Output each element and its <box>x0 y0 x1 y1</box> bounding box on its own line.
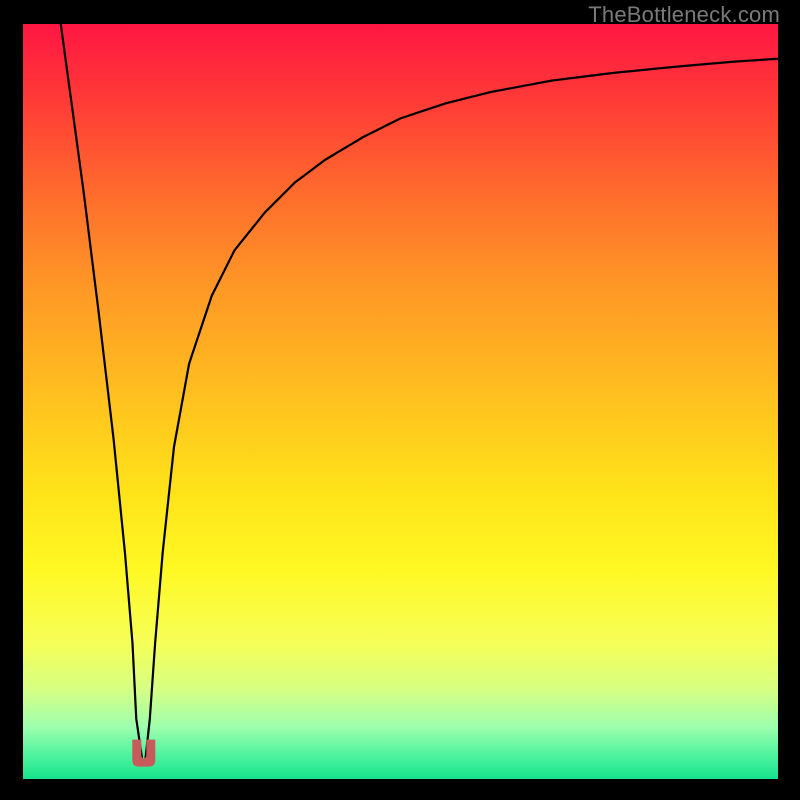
plot-area <box>23 24 778 779</box>
watermark-text: TheBottleneck.com <box>588 2 780 28</box>
curve-layer <box>23 24 778 779</box>
optimal-point-marker <box>133 740 155 766</box>
bottleneck-curve <box>61 24 778 760</box>
chart-frame: TheBottleneck.com <box>0 0 800 800</box>
